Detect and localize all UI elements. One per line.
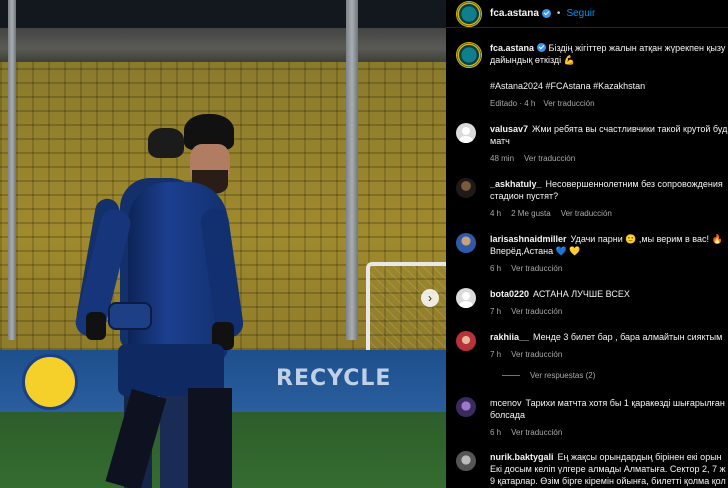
comment-username[interactable]: valusav7 — [490, 124, 528, 134]
avatar[interactable] — [456, 123, 476, 143]
caption-hashtags[interactable]: #Astana2024 #FCAstana #Kazakhstan — [490, 80, 728, 92]
comment-text-line-2: стадион пустят? — [490, 191, 559, 201]
avatar[interactable] — [456, 178, 476, 198]
caption-username[interactable]: fca.astana — [490, 43, 534, 53]
header-username[interactable]: fca.astana — [490, 8, 539, 19]
comment-text: Тарихи матчта хотя бы 1 қаракөзді шығары… — [525, 398, 725, 408]
comment-item: _askhatuly_ Несовершеннолетним без сопров… — [456, 178, 728, 220]
comment-time: 6 h — [490, 264, 502, 273]
comment-text: АСТАНА ЛУЧШЕ ВСЕХ — [533, 289, 630, 299]
comment-time: 4 h — [490, 209, 502, 218]
see-translation-link[interactable]: Ver traducción — [524, 154, 575, 163]
see-translation-link[interactable]: Ver traducción — [561, 209, 612, 218]
view-replies-button[interactable]: Ver respuestas (2) — [502, 371, 595, 380]
caption-avatar[interactable] — [456, 42, 482, 68]
comment-item: valusav7 Жми ребята вы счастливчики такой… — [456, 123, 728, 165]
comment-text: Менде 3 билет бар , бара алмайтын сиякты… — [533, 332, 723, 342]
see-translation-link[interactable]: Ver traducción — [543, 99, 594, 108]
view-replies-label[interactable]: Ver respuestas (2) — [530, 371, 595, 380]
comment-text-line-2: болсада — [490, 410, 525, 420]
comment-text-line-2: матч — [490, 136, 510, 146]
caption-meta: Editado · 4 h Ver traducción — [490, 98, 728, 110]
comment-time: 7 h — [490, 350, 502, 359]
sponsor-logo — [22, 354, 78, 410]
chevron-right-icon[interactable]: › — [421, 289, 439, 307]
comment-item: nurik.baktygali Ең жақсы орындардың бірін… — [456, 451, 728, 487]
comment-text-line-3: 9 қатарлар. Өзім бірге кіремін ойынға, б… — [490, 476, 726, 486]
comment-username[interactable]: rakhiia__ — [490, 332, 529, 342]
avatar[interactable] — [456, 331, 476, 351]
comment-text: Жми ребята вы счастливчики такой крутой … — [532, 124, 728, 134]
post-header: fca.astana • Seguir — [446, 0, 728, 28]
see-translation-link[interactable]: Ver traducción — [511, 428, 562, 437]
avatar[interactable] — [456, 451, 476, 471]
comment-text: Удачи парни 🙂 ,мы верим в вас! 🔥 — [570, 234, 723, 244]
fca-astana-avatar[interactable] — [456, 0, 482, 27]
comment-username[interactable]: nurik.baktygali — [490, 452, 554, 462]
avatar[interactable] — [456, 288, 476, 308]
verified-badge-icon — [541, 9, 551, 18]
avatar[interactable] — [456, 233, 476, 253]
avatar[interactable] — [456, 397, 476, 417]
comment-text-line-2: Вперёд,Астана 💙 💛 — [490, 246, 581, 256]
comment-item: bota0220 АСТАНА ЛУЧШЕ ВСЕХ 7 h Ver traducc… — [456, 288, 728, 318]
comment-text: Ең жақсы орындардың бірінен екі орын — [557, 452, 722, 462]
edited-time: Editado · 4 h — [490, 99, 536, 108]
stadium-pillar — [346, 0, 358, 340]
comment-time: 6 h — [490, 428, 502, 437]
post-photo[interactable]: RECYCLE › — [0, 0, 446, 488]
see-translation-link[interactable]: Ver traducción — [511, 350, 562, 359]
comment-username[interactable]: _askhatuly_ — [490, 179, 542, 189]
comment-time: 48 min — [490, 154, 515, 163]
see-translation-link[interactable]: Ver traducción — [511, 264, 562, 273]
stadium-roof-dark — [0, 0, 446, 28]
caption-line-1: Біздің жігіттер жалын атқан жүрекпен қыз… — [548, 43, 726, 53]
comment-item: rakhiia__ Менде 3 билет бар , бара алмайт… — [456, 331, 728, 361]
comment-likes[interactable]: 2 Me gusta — [511, 209, 551, 218]
caption-line-2: дайындық өткізді 💪 — [490, 55, 575, 65]
verified-badge-icon — [537, 43, 547, 52]
comment-username[interactable]: mcenov — [490, 398, 522, 408]
comment-item: mcenov Тарихи матчта хотя бы 1 қаракөзді … — [456, 397, 728, 439]
comment-text: Несовершеннолетним без сопровождения — [545, 179, 723, 189]
follow-button[interactable]: Seguir — [566, 8, 595, 19]
comment-username[interactable]: larisashnaidmiller — [490, 234, 567, 244]
comment-username[interactable]: bota0220 — [490, 289, 529, 299]
comment-item: larisashnaidmiller Удачи парни 🙂 ,мы вери… — [456, 233, 728, 275]
separator-dot: • — [556, 8, 561, 19]
player-front — [72, 112, 248, 488]
see-translation-link[interactable]: Ver traducción — [511, 307, 562, 316]
replies-divider — [502, 375, 520, 376]
post-caption: fca.astana Біздің жігіттер жалын атқан ж… — [446, 28, 728, 110]
ad-board-text: RECYCLE — [276, 366, 392, 391]
post-side-panel: fca.astana • Seguir fca.astana Біздің жі… — [446, 0, 728, 488]
comment-text-line-2: Екі досым келіп үлгере алмады Алматыға. … — [490, 464, 726, 474]
comment-time: 7 h — [490, 307, 502, 316]
stadium-pillar-left — [8, 0, 16, 340]
stadium-roof — [0, 28, 446, 62]
